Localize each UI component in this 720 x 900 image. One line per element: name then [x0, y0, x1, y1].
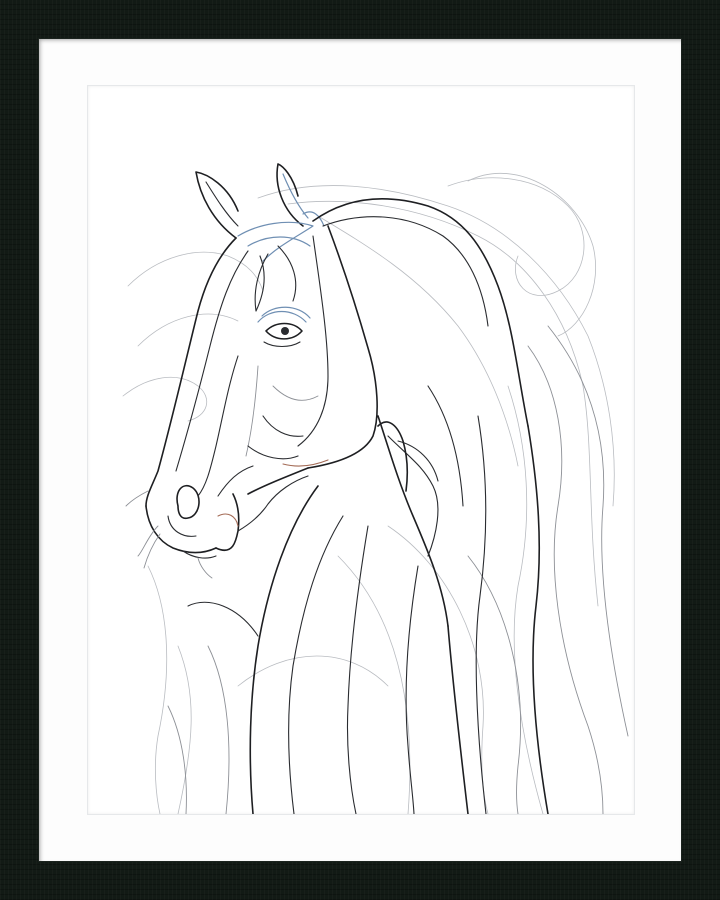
horse-muzzle	[125, 484, 239, 579]
framed-artwork	[88, 86, 634, 814]
horse-forelock	[237, 221, 314, 312]
mane-strands-light	[122, 172, 629, 814]
horse-face-details	[197, 355, 319, 497]
horse-neck-and-mane	[167, 198, 549, 814]
horse-head-outline	[145, 225, 378, 554]
horse-head-line-drawing-icon	[122, 163, 629, 814]
horse-eye	[257, 306, 311, 348]
picture-frame	[0, 0, 720, 900]
